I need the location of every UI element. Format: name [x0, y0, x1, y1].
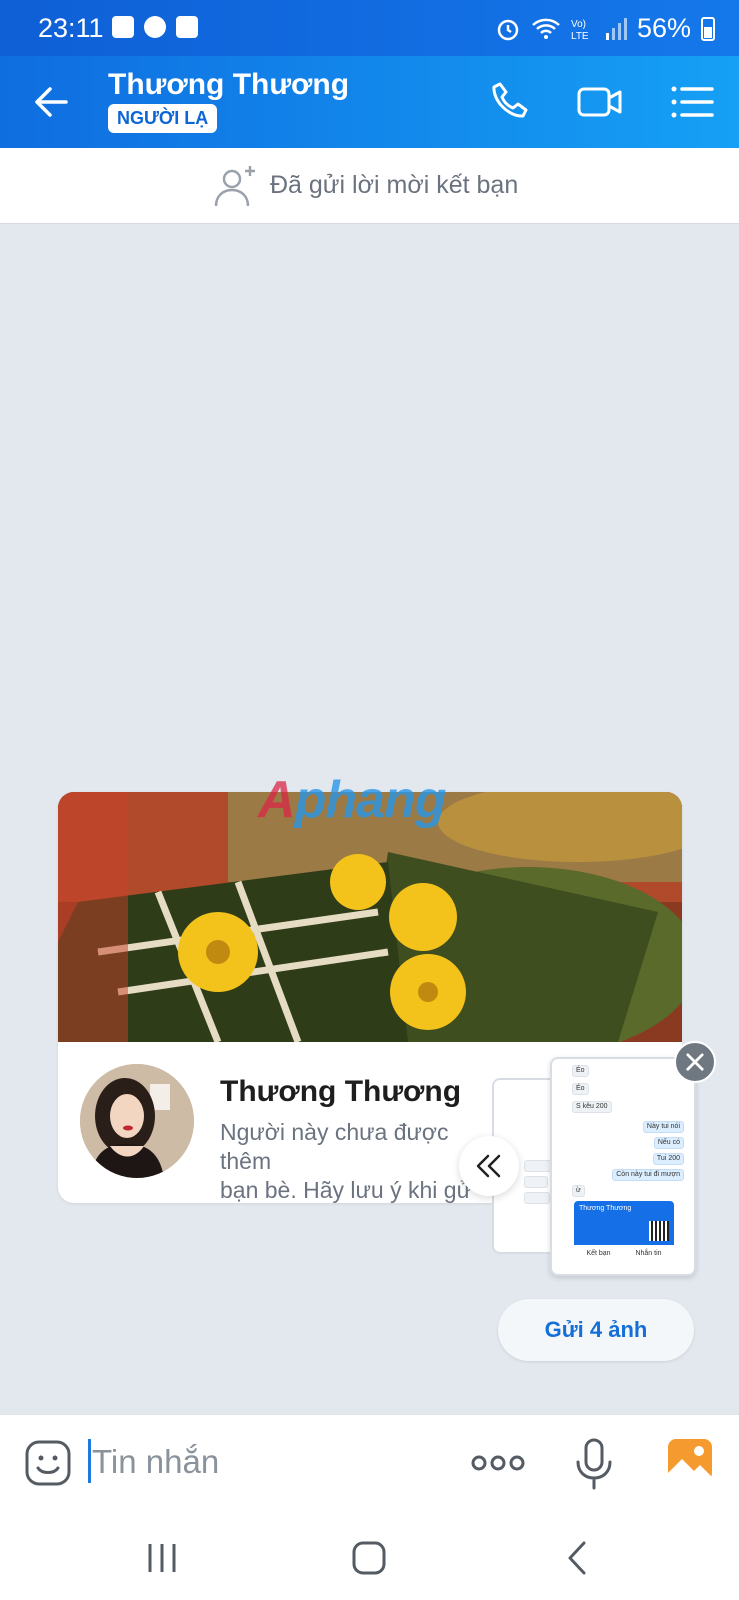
svg-text:LTE: LTE: [571, 31, 589, 42]
watermark-logo: Aphang: [258, 771, 447, 829]
alarm-icon: [497, 19, 519, 40]
profile-avatar[interactable]: [80, 1064, 194, 1178]
svg-text:Vo): Vo): [571, 19, 586, 30]
send-images-button[interactable]: Gửi 4 ảnh: [498, 1299, 694, 1361]
thumb-msg: Nếu có: [653, 1137, 684, 1149]
volte-icon: Vo)LTE: [571, 19, 589, 42]
wifi-icon: [532, 18, 560, 39]
status-bar: 23:11 Vo) LTE 56%: [0, 0, 739, 56]
message-input[interactable]: [92, 1437, 452, 1487]
system-nav-bar: [0, 1510, 739, 1600]
check-icon: [176, 16, 198, 38]
emoji-sticker-icon[interactable]: [24, 1439, 72, 1487]
image-thumbnail-front[interactable]: Éo Éo S kêu 200 Này tui nói Nếu có Tui 2…: [550, 1057, 696, 1276]
chat-header: Thương Thương NGƯỜI LẠ: [0, 56, 739, 148]
friend-request-text: Đã gửi lời mời kết bạn: [270, 171, 519, 199]
avatar-photo: [80, 1064, 194, 1178]
image-gallery-icon[interactable]: [666, 1437, 714, 1483]
stranger-warning-text: Người này chưa được thêm bạn bè. Hãy lưu…: [220, 1119, 472, 1203]
friend-request-bar: Đã gửi lời mời kết bạn: [0, 148, 739, 224]
microphone-icon[interactable]: [572, 1437, 616, 1491]
thumb-msg: Tui 200: [652, 1153, 684, 1165]
battery-percent: 56%: [636, 13, 691, 43]
thumb-msg: Còn này tui đi mượn: [612, 1169, 684, 1181]
close-icon[interactable]: [674, 1041, 716, 1083]
message-composer: [0, 1414, 739, 1510]
messenger-icon: [144, 16, 166, 38]
more-options-icon[interactable]: [470, 1445, 526, 1481]
thumb-msg: Éo: [572, 1065, 589, 1077]
thumb-contact-card: Thương Thương Kết bạn Nhắn tin: [574, 1201, 674, 1261]
home-icon[interactable]: [349, 1538, 389, 1578]
phone-call-icon[interactable]: [486, 78, 534, 126]
signal-icon: [605, 17, 627, 40]
collapse-chevrons-icon[interactable]: [459, 1136, 519, 1196]
thumb-msg: ừ: [572, 1185, 585, 1197]
gallery-icon: [112, 16, 134, 38]
video-call-icon[interactable]: [576, 78, 624, 126]
notification-icons: [112, 16, 198, 38]
text-caret: [88, 1439, 91, 1483]
thumb-msg: S kêu 200: [572, 1101, 612, 1113]
thumb-msg: Éo: [572, 1083, 589, 1095]
system-icons: Vo) LTE 56%: [495, 13, 715, 44]
stranger-badge: NGƯỜI LẠ: [108, 104, 218, 133]
qr-code-icon: [649, 1221, 669, 1241]
menu-list-icon[interactable]: [668, 78, 716, 126]
card-contact-name: Thương Thương: [220, 1075, 462, 1108]
recent-apps-icon[interactable]: [142, 1538, 182, 1578]
status-time: 23:11: [38, 13, 104, 43]
contact-name[interactable]: Thương Thương: [108, 68, 349, 102]
add-friend-icon: [214, 166, 255, 207]
back-arrow-icon[interactable]: [28, 78, 76, 126]
thumb-msg: Này tui nói: [642, 1121, 684, 1133]
battery-icon: [701, 16, 715, 41]
system-back-icon[interactable]: [558, 1538, 598, 1578]
